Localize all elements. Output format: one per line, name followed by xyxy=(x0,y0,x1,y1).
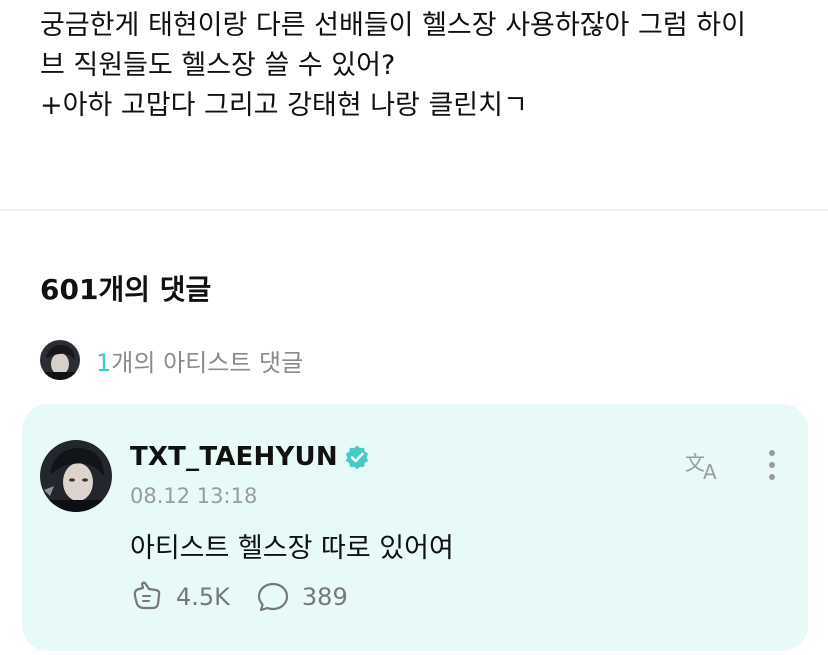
translate-icon[interactable]: 文 A xyxy=(684,448,724,482)
avatar[interactable] xyxy=(40,440,112,512)
comment-text: 아티스트 헬스장 따로 있어여 xyxy=(130,533,454,564)
comment-count-heading: 601개의 댓글 xyxy=(40,273,212,306)
author-name: TXT_TAEHYUN xyxy=(130,442,338,472)
post-body: 궁금한게 태현이랑 다른 선배들이 헬스장 사용하잖아 그럼 하이 브 직원들도… xyxy=(40,6,810,126)
more-vertical-icon[interactable] xyxy=(758,446,786,484)
post-line: 궁금한게 태현이랑 다른 선배들이 헬스장 사용하잖아 그럼 하이 xyxy=(40,10,746,41)
post-line: 브 직원들도 헬스장 쓸 수 있어? xyxy=(40,50,396,81)
section-divider xyxy=(0,209,828,211)
reply-count: 389 xyxy=(301,583,348,611)
artist-comments-filter[interactable]: 1개의 아티스트 댓글 xyxy=(40,338,303,382)
verified-badge-icon xyxy=(345,445,368,470)
reply-button[interactable]: 389 xyxy=(256,580,348,614)
like-hand-icon xyxy=(133,581,161,610)
post-line: +아하 고맙다 그리고 강태현 나랑 클린치ㄱ xyxy=(40,90,528,121)
comment-bubble-icon xyxy=(257,582,289,612)
comment-stats: 4.5K 389 xyxy=(130,580,348,614)
svg-text:A: A xyxy=(703,460,717,482)
like-button[interactable]: 4.5K xyxy=(130,580,230,614)
artist-avatar-small xyxy=(40,340,80,380)
artist-comment-label: 개의 아티스트 댓글 xyxy=(111,348,304,377)
like-count: 4.5K xyxy=(176,583,230,611)
svg-text:文: 文 xyxy=(685,451,705,475)
comment-author[interactable]: TXT_TAEHYUN xyxy=(130,442,370,472)
artist-comment-card: TXT_TAEHYUN 08.12 13:18 아티스트 헬스장 따로 있어여 … xyxy=(22,404,808,651)
artist-comment-count: 1 xyxy=(96,348,112,377)
comment-timestamp: 08.12 13:18 xyxy=(130,484,258,508)
